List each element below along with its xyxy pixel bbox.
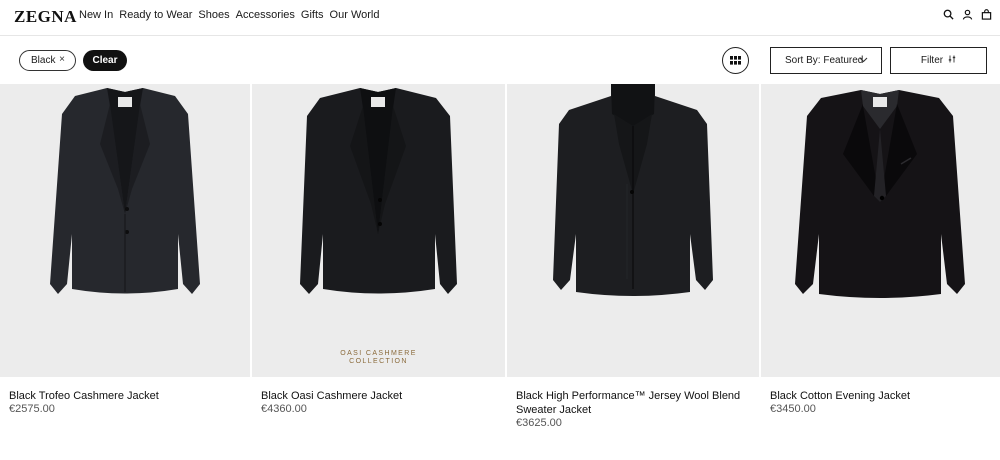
nav-our-world[interactable]: Our World bbox=[330, 9, 380, 21]
chip-label: Black bbox=[31, 55, 56, 66]
product-name[interactable]: Black Oasi Cashmere Jacket bbox=[261, 389, 481, 403]
nav-accessories[interactable]: Accessories bbox=[236, 9, 295, 21]
sort-dropdown[interactable]: Sort By: Featured bbox=[770, 47, 882, 74]
product-card[interactable]: Black Trofeo Cashmere Jacket €2575.00 bbox=[0, 84, 250, 460]
nav-shoes[interactable]: Shoes bbox=[198, 9, 229, 21]
clear-filters-button[interactable]: Clear bbox=[83, 50, 127, 71]
product-price: €3625.00 bbox=[516, 417, 562, 429]
account-icon[interactable] bbox=[962, 9, 973, 20]
header-icons bbox=[943, 9, 992, 20]
product-image[interactable]: OASI CASHMERE COLLECTION bbox=[252, 84, 505, 377]
filter-label: Filter bbox=[920, 55, 944, 66]
product-price: €2575.00 bbox=[9, 403, 55, 415]
product-image[interactable] bbox=[0, 84, 250, 377]
product-grid: Black Trofeo Cashmere Jacket €2575.00 OA… bbox=[0, 84, 1000, 460]
product-card[interactable]: Black Cotton Evening Jacket €3450.00 bbox=[761, 84, 1000, 460]
nav-gifts[interactable]: Gifts bbox=[301, 9, 324, 21]
grid-view-toggle[interactable] bbox=[722, 47, 749, 74]
product-name[interactable]: Black High Performance™ Jersey Wool Blen… bbox=[516, 389, 741, 417]
product-name[interactable]: Black Cotton Evening Jacket bbox=[770, 389, 990, 403]
active-filter-chip-black[interactable]: Black × bbox=[19, 50, 76, 71]
nav-ready-to-wear[interactable]: Ready to Wear bbox=[119, 9, 192, 21]
sort-label: Sort By: Featured bbox=[785, 55, 864, 66]
product-price: €4360.00 bbox=[261, 403, 307, 415]
nav-new-in[interactable]: New In bbox=[79, 9, 113, 21]
product-image[interactable] bbox=[761, 84, 1000, 377]
collection-badge-line-1: OASI CASHMERE bbox=[340, 350, 417, 357]
site-header: ZEGNA New In Ready to Wear Shoes Accesso… bbox=[0, 0, 1000, 36]
product-name[interactable]: Black Trofeo Cashmere Jacket bbox=[9, 389, 229, 403]
product-card[interactable]: Black High Performance™ Jersey Wool Blen… bbox=[507, 84, 759, 460]
chevron-down-icon bbox=[859, 55, 868, 67]
product-price: €3450.00 bbox=[770, 403, 816, 415]
sliders-icon bbox=[948, 55, 956, 66]
product-image[interactable] bbox=[507, 84, 759, 377]
close-icon[interactable]: × bbox=[59, 54, 65, 65]
grid-icon bbox=[730, 52, 741, 70]
brand-logo[interactable]: ZEGNA bbox=[14, 7, 77, 27]
product-card[interactable]: OASI CASHMERE COLLECTION Black Oasi Cash… bbox=[252, 84, 505, 460]
search-icon[interactable] bbox=[943, 9, 954, 20]
collection-badge: OASI CASHMERE COLLECTION bbox=[252, 350, 505, 366]
bag-icon[interactable] bbox=[981, 9, 992, 20]
collection-badge-line-2: COLLECTION bbox=[349, 358, 408, 365]
filter-button[interactable]: Filter bbox=[890, 47, 987, 74]
main-nav: New In Ready to Wear Shoes Accessories G… bbox=[79, 9, 379, 21]
